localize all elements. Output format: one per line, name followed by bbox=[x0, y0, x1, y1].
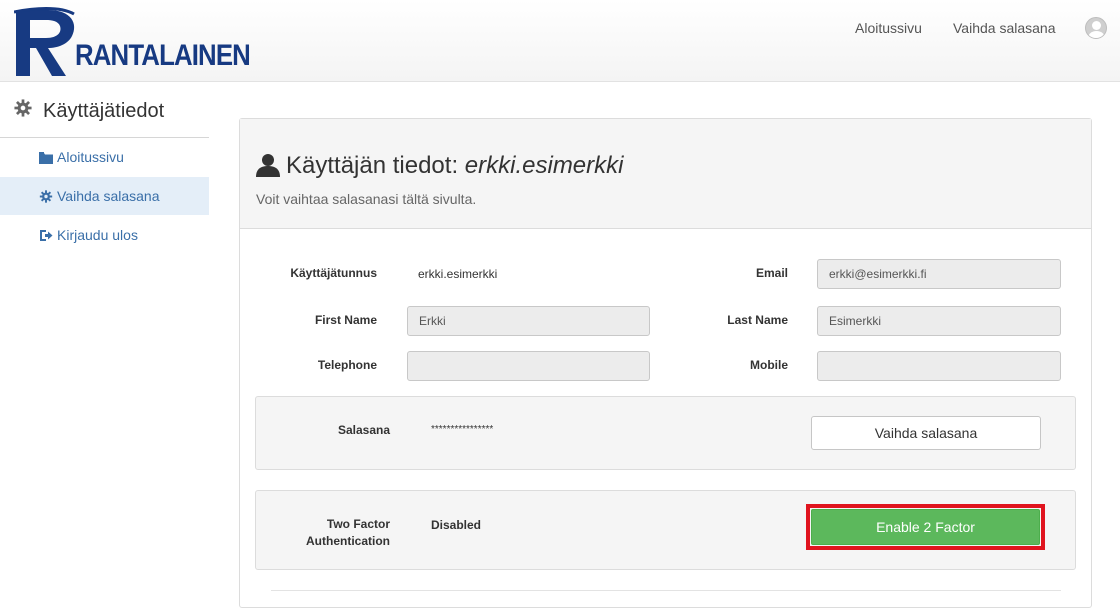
password-section: Salasana **************** Vaihda salasan… bbox=[255, 396, 1076, 470]
sidebar-item-logout[interactable]: Kirjaudu ulos bbox=[0, 216, 209, 254]
divider bbox=[271, 590, 1061, 591]
password-label: Salasana bbox=[337, 423, 390, 437]
sidebar-item-change-password[interactable]: Vaihda salasana bbox=[0, 177, 209, 215]
panel-header: Käyttäjän tiedot: erkki.esimerkki Voit v… bbox=[240, 119, 1091, 229]
user-avatar-icon[interactable] bbox=[1085, 17, 1107, 39]
password-masked-value: **************** bbox=[431, 424, 494, 435]
email-label: Email bbox=[755, 266, 788, 280]
telephone-field[interactable] bbox=[407, 351, 650, 381]
avatar-body-shape bbox=[1088, 31, 1105, 38]
user-icon bbox=[256, 154, 280, 177]
enable-2fa-button[interactable]: Enable 2 Factor bbox=[811, 509, 1040, 545]
page-title-prefix: Käyttäjän tiedot: bbox=[286, 152, 459, 179]
username-value: erkki.esimerkki bbox=[418, 267, 498, 281]
two-factor-label-line1: Two Factor bbox=[326, 517, 390, 531]
sidebar-item-label: Aloitussivu bbox=[57, 149, 124, 165]
username-label: Käyttäjätunnus bbox=[290, 266, 377, 280]
page-subtitle: Voit vaihtaa salasanasi tältä sivulta. bbox=[256, 191, 477, 207]
highlight-box: Enable 2 Factor bbox=[806, 504, 1045, 550]
mobile-field[interactable] bbox=[817, 351, 1061, 381]
telephone-label: Telephone bbox=[317, 358, 377, 372]
gear-icon bbox=[14, 99, 32, 117]
sidebar-item-home[interactable]: Aloitussivu bbox=[0, 138, 209, 176]
sidebar-item-label: Vaihda salasana bbox=[57, 188, 160, 204]
page-title: Käyttäjän tiedot: erkki.esimerkki bbox=[286, 152, 623, 180]
gear-icon bbox=[39, 190, 53, 203]
topnav-change-password-link[interactable]: Vaihda salasana bbox=[953, 20, 1055, 36]
page-title-username: erkki.esimerkki bbox=[464, 152, 624, 179]
sidebar-item-label: Kirjaudu ulos bbox=[57, 227, 138, 243]
top-bar: RANTALAINEN Aloitussivu Vaihda salasana bbox=[0, 0, 1120, 82]
brand-logo[interactable]: RANTALAINEN bbox=[14, 6, 254, 78]
brand-name: RANTALAINEN bbox=[75, 39, 251, 72]
last-name-label: Last Name bbox=[727, 313, 788, 327]
sidebar-header: Käyttäjätiedot bbox=[0, 82, 209, 138]
avatar-head-shape bbox=[1092, 21, 1101, 30]
two-factor-section: Two Factor Authentication Disabled Enabl… bbox=[255, 490, 1076, 570]
sign-out-icon bbox=[40, 230, 53, 241]
logo-r-mark-icon bbox=[14, 7, 75, 76]
user-details-panel: Käyttäjän tiedot: erkki.esimerkki Voit v… bbox=[239, 118, 1092, 608]
email-field[interactable]: erkki@esimerkki.fi bbox=[817, 259, 1061, 289]
change-password-button[interactable]: Vaihda salasana bbox=[811, 416, 1041, 450]
two-factor-label: Two Factor Authentication bbox=[270, 516, 390, 550]
topnav-home-link[interactable]: Aloitussivu bbox=[855, 20, 922, 36]
mobile-label: Mobile bbox=[750, 358, 788, 372]
last-name-field[interactable]: Esimerkki bbox=[817, 306, 1061, 336]
first-name-label: First Name bbox=[314, 313, 377, 327]
two-factor-label-line2: Authentication bbox=[306, 534, 390, 548]
folder-icon bbox=[39, 152, 53, 164]
two-factor-status: Disabled bbox=[431, 518, 482, 532]
sidebar-title: Käyttäjätiedot bbox=[43, 100, 165, 122]
first-name-field[interactable]: Erkki bbox=[407, 306, 650, 336]
